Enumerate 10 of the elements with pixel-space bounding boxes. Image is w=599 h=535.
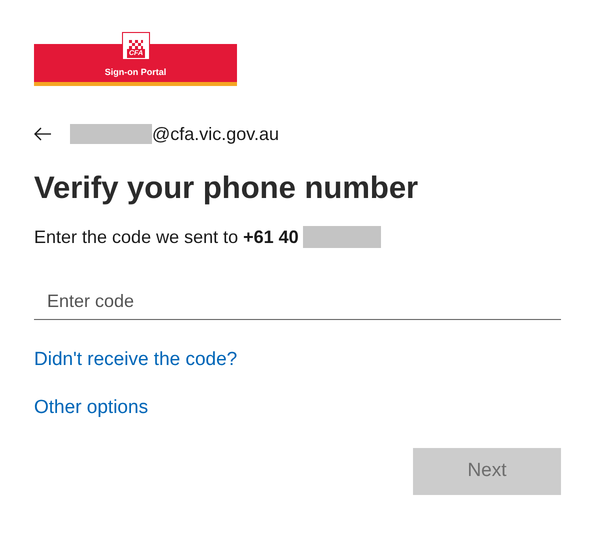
option-link[interactable]: Other options [34, 394, 148, 422]
option-link[interactable]: Didn't receive the code? [34, 346, 238, 374]
back-arrow-icon [34, 127, 52, 141]
page-title: Verify your phone number [34, 169, 420, 207]
account-email: @cfa.vic.gov.au [152, 122, 279, 146]
checker-icon [129, 40, 143, 49]
code-field[interactable]: Enter code [34, 284, 561, 320]
phone-number: +61 40 [243, 226, 299, 248]
instruction-text: Enter the code we sent to [34, 226, 240, 248]
banner-caption: Sign-on Portal [104, 68, 166, 77]
